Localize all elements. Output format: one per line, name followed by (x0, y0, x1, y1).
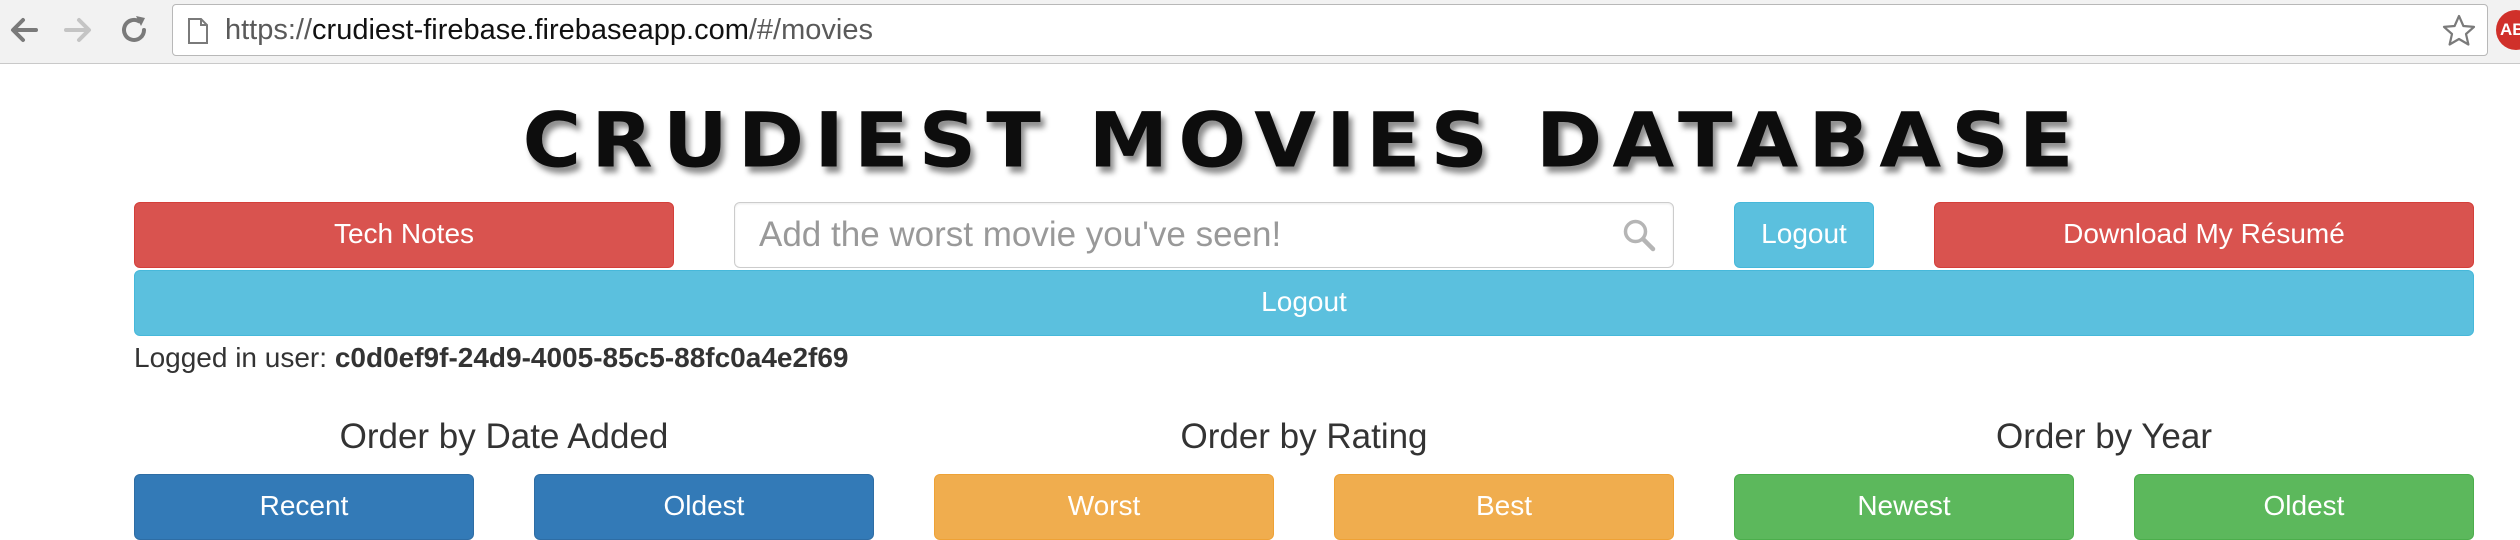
url-text: https://crudiest-firebase.firebaseapp.co… (225, 15, 873, 45)
adblock-icon[interactable]: AB (2496, 10, 2520, 50)
logged-in-user: Logged in user: c0d0ef9f-24d9-4005-85c5-… (134, 340, 849, 376)
url-path: /#/movies (748, 14, 873, 46)
address-bar[interactable]: https://crudiest-firebase.firebaseapp.co… (172, 4, 2488, 56)
browser-toolbar: https://crudiest-firebase.firebaseapp.co… (0, 0, 2520, 64)
site-title: CRUDIEST MOVIES DATABASE (522, 96, 2084, 185)
order-oldest-year-button[interactable]: Oldest (2134, 474, 2474, 540)
user-id: c0d0ef9f-24d9-4005-85c5-88fc0a4e2f69 (334, 342, 849, 373)
order-by-date-heading: Order by Date Added (339, 417, 669, 456)
adblock-badge-text: AB (2500, 20, 2520, 39)
order-by-year-heading: Order by Year (1996, 417, 2212, 456)
order-recent-button[interactable]: Recent (134, 474, 474, 540)
logged-in-label: Logged in user: (134, 342, 328, 373)
page-icon (188, 18, 208, 44)
order-newest-button[interactable]: Newest (1734, 474, 2074, 540)
logout-button-small[interactable]: Logout (1734, 202, 1874, 268)
logout-button-wide[interactable]: Logout (134, 270, 2474, 336)
star-icon[interactable] (2441, 13, 2477, 49)
reload-button[interactable] (114, 10, 154, 50)
search-input[interactable] (735, 203, 1595, 267)
order-best-button[interactable]: Best (1334, 474, 1674, 540)
back-arrow-icon (11, 18, 38, 42)
order-by-rating-heading: Order by Rating (1180, 417, 1428, 456)
search-icon[interactable] (1621, 217, 1657, 253)
url-scheme: https:// (225, 14, 313, 46)
tech-notes-button[interactable]: Tech Notes (134, 202, 674, 268)
forward-button[interactable] (58, 10, 98, 50)
reload-icon (122, 16, 146, 42)
back-button[interactable] (4, 10, 44, 50)
url-host: crudiest-firebase.firebaseapp.com (312, 14, 749, 46)
download-resume-button[interactable]: Download My Résumé (1934, 202, 2474, 268)
search-field (734, 202, 1674, 268)
order-worst-button[interactable]: Worst (934, 474, 1274, 540)
order-oldest-added-button[interactable]: Oldest (534, 474, 874, 540)
forward-arrow-icon (64, 18, 91, 42)
